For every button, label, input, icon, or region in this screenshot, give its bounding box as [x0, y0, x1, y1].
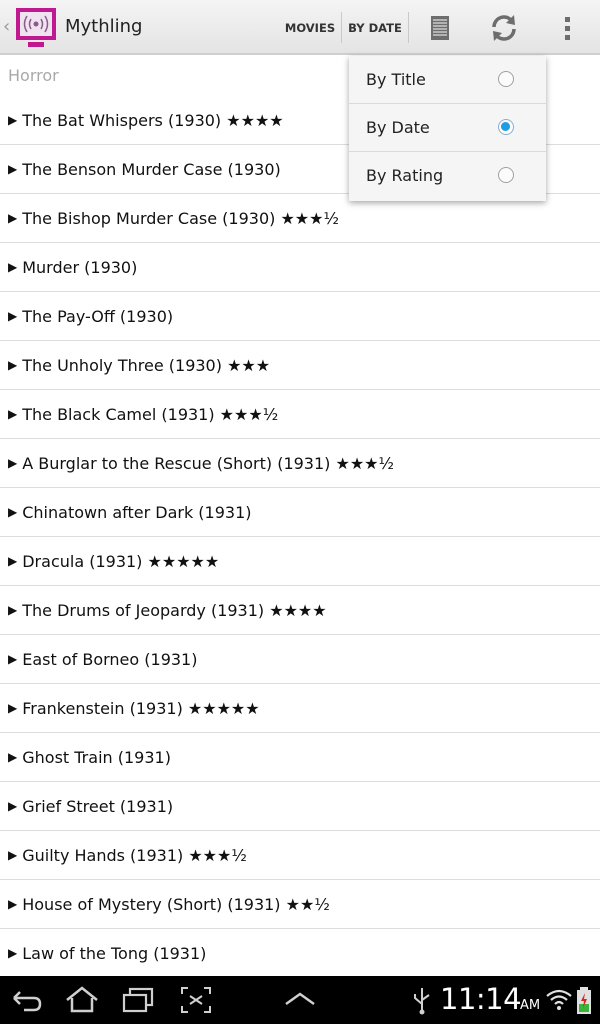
- back-icon[interactable]: [8, 984, 44, 1016]
- list-item[interactable]: ▶ House of Mystery (Short) (1931) ★★½: [0, 880, 600, 929]
- expand-arrow-icon: ▶: [8, 162, 18, 176]
- expand-arrow-icon: ▶: [8, 260, 18, 274]
- list-item[interactable]: ▶ The Pay-Off (1930): [0, 292, 600, 341]
- list-item[interactable]: ▶ Frankenstein (1931) ★★★★★: [0, 684, 600, 733]
- list-item[interactable]: ▶ Dracula (1931) ★★★★★: [0, 537, 600, 586]
- expand-arrow-icon: ▶: [8, 750, 18, 764]
- movie-title: Dracula (1931) ★★★★★: [22, 551, 220, 571]
- expand-arrow-icon: ▶: [8, 946, 18, 960]
- expand-arrow-icon: ▶: [8, 652, 18, 666]
- sort-option-by-rating[interactable]: By Rating: [349, 152, 546, 200]
- action-bar: ‹ Mythling MOVIES BY DATE: [0, 0, 600, 55]
- refresh-icon[interactable]: [486, 10, 522, 46]
- list-item[interactable]: ▶ Murder (1930): [0, 243, 600, 292]
- sort-option-label: By Rating: [366, 166, 444, 185]
- sort-option-label: By Date: [366, 118, 430, 137]
- expand-arrow-icon: ▶: [8, 799, 18, 813]
- up-chevron-icon[interactable]: [282, 984, 318, 1016]
- sort-option-by-title[interactable]: By Title: [349, 56, 546, 104]
- expand-arrow-icon: ▶: [8, 309, 18, 323]
- movie-title: Chinatown after Dark (1931): [22, 502, 252, 522]
- movie-title: The Bat Whispers (1930) ★★★★: [22, 110, 284, 130]
- expand-arrow-icon: ▶: [8, 358, 18, 372]
- radio-button[interactable]: [498, 167, 514, 183]
- list-item[interactable]: ▶ East of Borneo (1931): [0, 635, 600, 684]
- movie-title: The Black Camel (1931) ★★★½: [22, 404, 279, 424]
- battery-icon: [577, 987, 591, 1014]
- app-title: Mythling: [65, 16, 143, 37]
- expand-arrow-icon: ▶: [8, 113, 18, 127]
- movie-title: East of Borneo (1931): [22, 649, 198, 669]
- movie-title: The Bishop Murder Case (1930) ★★★½: [22, 208, 339, 228]
- list-item[interactable]: ▶ Chinatown after Dark (1931): [0, 488, 600, 537]
- sort-by-date-button[interactable]: BY DATE: [343, 12, 407, 44]
- list-item[interactable]: ▶ The Unholy Three (1930) ★★★: [0, 341, 600, 390]
- app-logo-icon[interactable]: [14, 6, 60, 50]
- list-item[interactable]: ▶ The Black Camel (1931) ★★★½: [0, 390, 600, 439]
- system-nav-bar: 11:14 AM: [0, 976, 600, 1024]
- list-item[interactable]: ▶ A Burglar to the Rescue (Short) (1931) …: [0, 439, 600, 488]
- movies-button[interactable]: MOVIES: [280, 12, 340, 44]
- movie-title: Guilty Hands (1931) ★★★½: [22, 845, 247, 865]
- clock-time: 11:14: [440, 982, 522, 1016]
- expand-arrow-icon: ▶: [8, 554, 18, 568]
- movie-title: Law of the Tong (1931): [22, 943, 207, 963]
- movie-title: The Benson Murder Case (1930): [22, 159, 281, 179]
- clock-ampm: AM: [520, 998, 541, 1013]
- movie-title: Frankenstein (1931) ★★★★★: [22, 698, 260, 718]
- movie-title: The Unholy Three (1930) ★★★: [22, 355, 271, 375]
- expand-arrow-icon: ▶: [8, 701, 18, 715]
- usb-icon: [414, 988, 430, 1015]
- home-icon[interactable]: [64, 984, 100, 1016]
- movie-title: House of Mystery (Short) (1931) ★★½: [22, 894, 330, 914]
- expand-arrow-icon: ▶: [8, 456, 18, 470]
- sort-option-by-date[interactable]: By Date: [349, 104, 546, 152]
- movie-title: Murder (1930): [22, 257, 138, 277]
- list-item[interactable]: ▶ The Bishop Murder Case (1930) ★★★½: [0, 194, 600, 243]
- list-item[interactable]: ▶ The Drums of Jeopardy (1931) ★★★★: [0, 586, 600, 635]
- recent-apps-icon[interactable]: [120, 984, 156, 1016]
- movie-title: Grief Street (1931): [22, 796, 174, 816]
- expand-arrow-icon: ▶: [8, 603, 18, 617]
- overflow-menu-icon[interactable]: [550, 10, 586, 46]
- list-view-icon[interactable]: [422, 10, 458, 46]
- expand-arrow-icon: ▶: [8, 897, 18, 911]
- sort-popup-menu: By Title By Date By Rating: [349, 56, 546, 201]
- expand-arrow-icon: ▶: [8, 211, 18, 225]
- section-header: Horror: [8, 66, 59, 85]
- list-item[interactable]: ▶ Law of the Tong (1931): [0, 929, 600, 978]
- action-divider: [408, 12, 409, 43]
- list-item[interactable]: ▶ Ghost Train (1931): [0, 733, 600, 782]
- expand-arrow-icon: ▶: [8, 505, 18, 519]
- wifi-icon: [546, 989, 572, 1010]
- radio-button-selected[interactable]: [498, 119, 514, 135]
- movie-list: ▶ The Bat Whispers (1930) ★★★★ ▶ The Benso…: [0, 96, 600, 978]
- movie-title: Ghost Train (1931): [22, 747, 171, 767]
- expand-arrow-icon: ▶: [8, 407, 18, 421]
- movie-title: The Pay-Off (1930): [22, 306, 174, 326]
- radio-button[interactable]: [498, 71, 514, 87]
- list-item[interactable]: ▶ Grief Street (1931): [0, 782, 600, 831]
- up-caret-icon[interactable]: ‹: [3, 16, 10, 37]
- action-divider: [341, 12, 342, 43]
- movie-title: The Drums of Jeopardy (1931) ★★★★: [22, 600, 327, 620]
- screenshot-icon[interactable]: [178, 984, 214, 1016]
- sort-option-label: By Title: [366, 70, 426, 89]
- movie-title: A Burglar to the Rescue (Short) (1931) ★…: [22, 453, 395, 473]
- expand-arrow-icon: ▶: [8, 848, 18, 862]
- list-item[interactable]: ▶ Guilty Hands (1931) ★★★½: [0, 831, 600, 880]
